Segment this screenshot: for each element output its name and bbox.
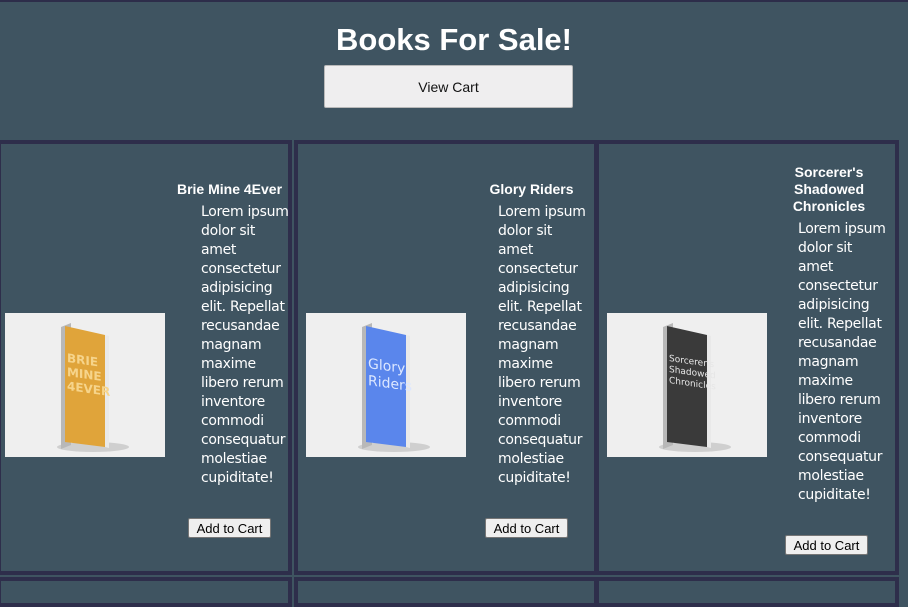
- book-title: Brie Mine 4Ever: [176, 181, 283, 197]
- book-card-next-row: [594, 577, 899, 607]
- book-description: Lorem ipsum dolor sit amet consectetur a…: [798, 221, 886, 503]
- book-card: Glory Riders Glory Riders Lorem ipsum do…: [294, 140, 599, 575]
- book-grid: BRIE MINE 4EVER Brie Mine 4Ever Lorem ip…: [0, 140, 908, 607]
- book-description: Lorem ipsum dolor sit amet consectetur a…: [201, 204, 289, 486]
- book-cover-image: Sorcerer's Shadowed Chronicles: [607, 313, 767, 457]
- book-cover-image: BRIE MINE 4EVER: [5, 313, 165, 457]
- book-description: Lorem ipsum dolor sit amet consectetur a…: [498, 204, 586, 486]
- view-cart-button[interactable]: View Cart: [324, 65, 573, 108]
- book-card-next-row: [294, 577, 599, 607]
- add-to-cart-button[interactable]: Add to Cart: [485, 518, 568, 538]
- add-to-cart-button[interactable]: Add to Cart: [188, 518, 271, 538]
- book-cover-image: Glory Riders: [306, 313, 466, 457]
- book-card: BRIE MINE 4EVER Brie Mine 4Ever Lorem ip…: [0, 140, 292, 575]
- page-header: Books For Sale! View Cart: [0, 2, 908, 140]
- add-to-cart-button[interactable]: Add to Cart: [785, 535, 868, 555]
- book-card-next-row: [0, 577, 292, 607]
- book-title: Sorcerer's Shadowed Chronicles: [792, 164, 866, 214]
- page-title: Books For Sale!: [336, 22, 572, 57]
- book-title: Glory Riders: [489, 181, 574, 197]
- book-card: Sorcerer's Shadowed Chronicles Sorcerer'…: [594, 140, 899, 575]
